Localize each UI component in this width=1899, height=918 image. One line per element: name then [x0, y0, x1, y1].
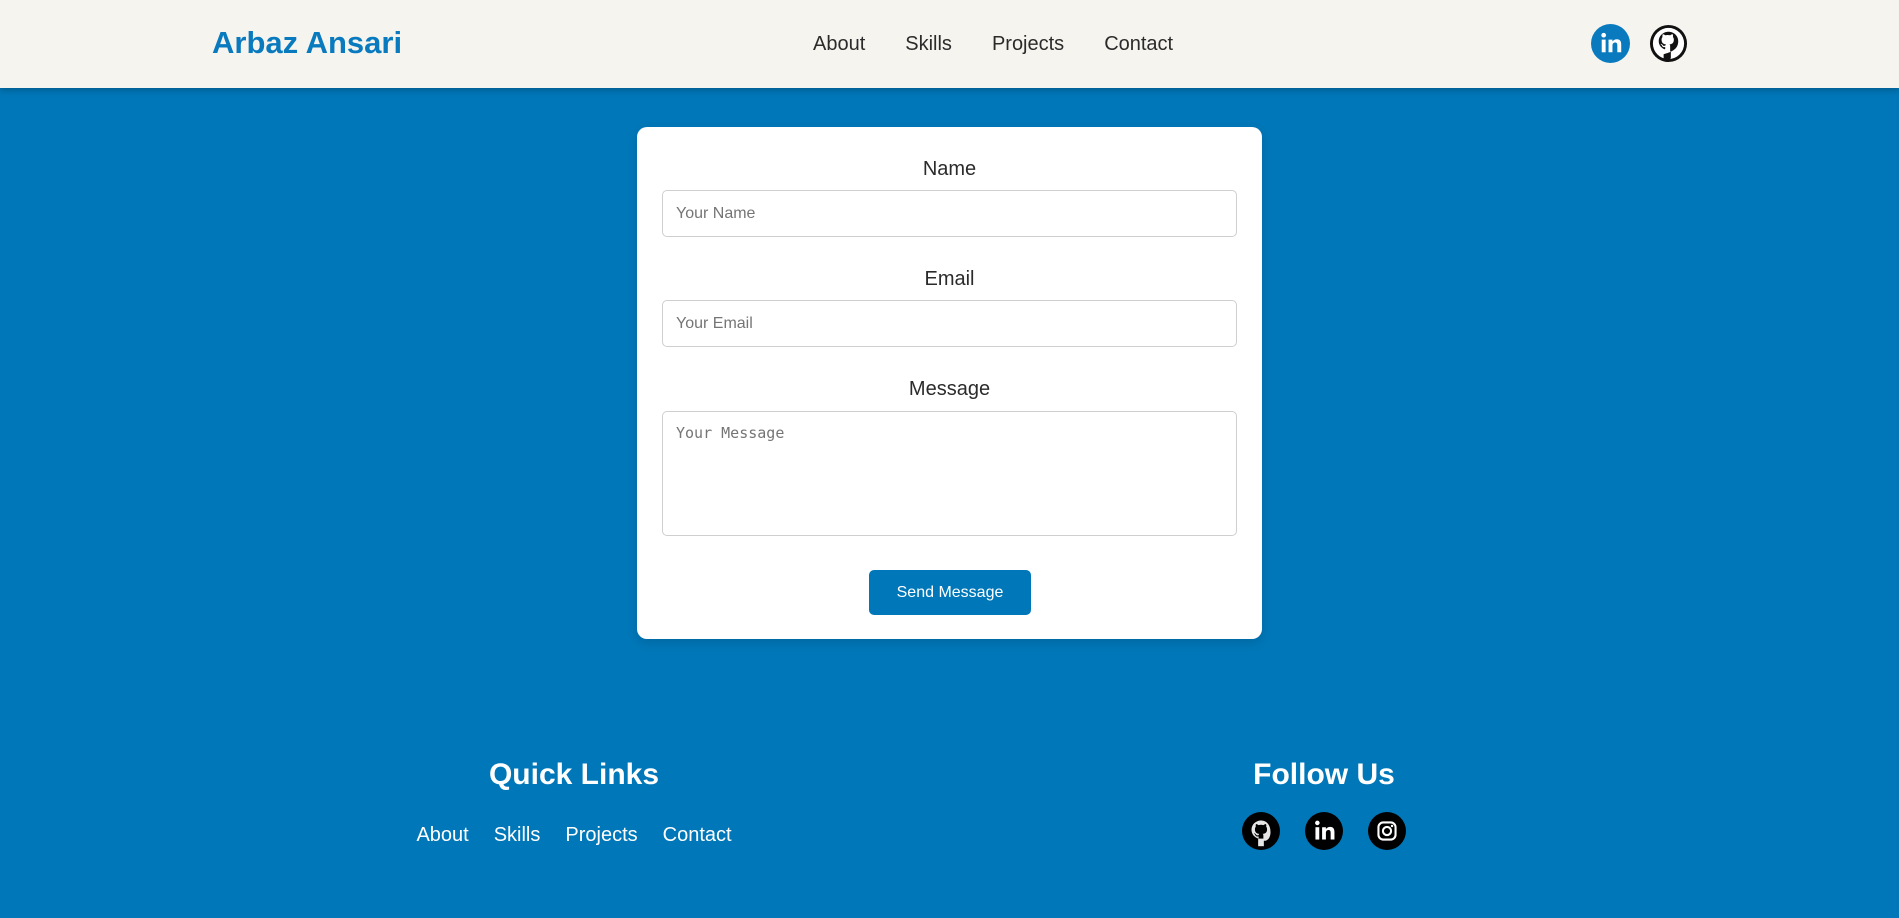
linkedin-icon	[1591, 24, 1630, 63]
footer-linkedin-link[interactable]	[1305, 812, 1343, 850]
footer-social-links	[1242, 812, 1406, 850]
nav-link-projects[interactable]: Projects	[992, 30, 1064, 58]
footer-quick-links: About Skills Projects Contact	[416, 822, 732, 848]
footer-link-about[interactable]: About	[416, 822, 468, 848]
github-icon	[1649, 24, 1688, 63]
nav-link-about[interactable]: About	[813, 30, 865, 58]
header-social-links	[1591, 24, 1688, 63]
header-github-link[interactable]	[1649, 24, 1688, 63]
header-linkedin-link[interactable]	[1591, 24, 1630, 63]
footer-github-link[interactable]	[1242, 812, 1280, 850]
brand-logo-text[interactable]: Arbaz Ansari	[212, 24, 402, 62]
footer-link-skills[interactable]: Skills	[494, 822, 541, 848]
message-label: Message	[908, 378, 991, 400]
name-input[interactable]	[662, 190, 1237, 237]
footer-link-contact[interactable]: Contact	[663, 822, 732, 848]
footer-instagram-link[interactable]	[1368, 812, 1406, 850]
nav-link-skills[interactable]: Skills	[905, 30, 952, 58]
main-nav: About Skills Projects Contact	[813, 30, 1173, 58]
contact-form: Name Email Message Send Message	[637, 127, 1262, 639]
nav-link-contact[interactable]: Contact	[1104, 30, 1173, 58]
email-label: Email	[924, 268, 975, 290]
github-icon	[1242, 812, 1280, 850]
follow-us-title: Follow Us	[1253, 758, 1395, 791]
site-header: Arbaz Ansari About Skills Projects Conta…	[0, 0, 1899, 88]
send-message-button[interactable]: Send Message	[869, 570, 1031, 615]
email-input[interactable]	[662, 300, 1237, 347]
name-label: Name	[922, 158, 977, 180]
instagram-icon	[1368, 812, 1406, 850]
message-textarea[interactable]	[662, 411, 1237, 536]
linkedin-icon	[1305, 812, 1343, 850]
quick-links-title: Quick Links	[488, 758, 660, 791]
footer-link-projects[interactable]: Projects	[565, 822, 637, 848]
